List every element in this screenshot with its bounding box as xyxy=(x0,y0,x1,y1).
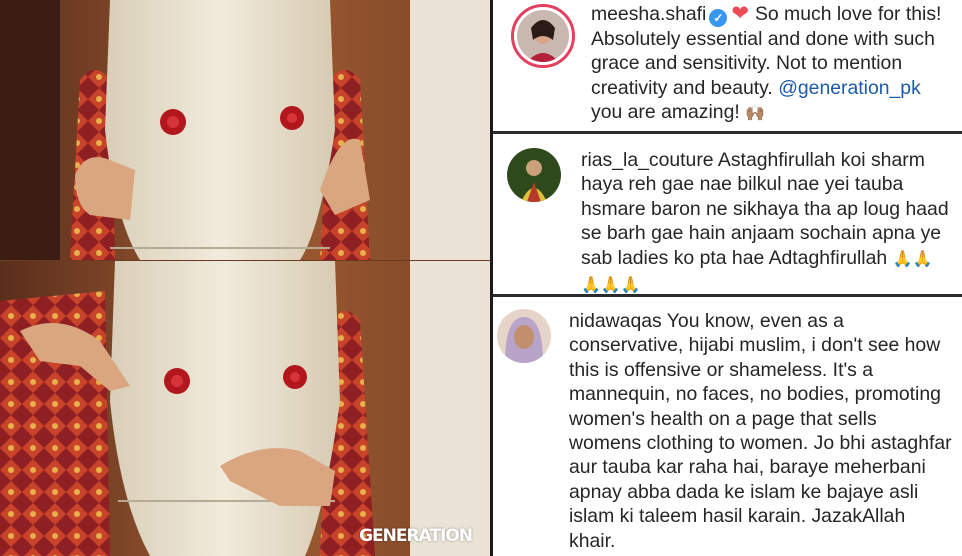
avatar-nidawaqas-image xyxy=(497,309,551,363)
generation-watermark: GENERATION xyxy=(359,526,473,546)
comment-meesha: meesha.shafi ✓ ❤ So much love for this! Abs… xyxy=(493,0,962,131)
comment-username[interactable]: nidawaqas xyxy=(569,310,662,332)
mention-link[interactable]: @generation_pk xyxy=(778,77,921,99)
mannequin-photo-top xyxy=(0,0,490,260)
avatar[interactable] xyxy=(497,309,551,363)
avatar-rias-image xyxy=(507,148,561,202)
comment-body-end: you are amazing! xyxy=(591,101,740,124)
heart-icon: ❤ xyxy=(731,2,749,25)
video-frames-panel: GENERATION xyxy=(0,0,490,556)
mannequin-photo-bottom xyxy=(0,261,490,556)
avatar[interactable] xyxy=(517,10,569,62)
comment-text: nidawaqas You know, even as a conservati… xyxy=(569,309,953,553)
video-frame-bottom: GENERATION xyxy=(0,261,490,556)
verified-badge-icon: ✓ xyxy=(709,9,728,27)
comment-username[interactable]: rias_la_couture xyxy=(581,149,714,171)
comment-rias: rias_la_couture Astaghfirullah koi sharm… xyxy=(493,134,962,294)
comment-nidawaqas: nidawaqas You know, even as a conservati… xyxy=(493,297,962,556)
comment-username[interactable]: meesha.shafi xyxy=(591,3,706,25)
avatar[interactable] xyxy=(507,148,561,202)
comment-text: rias_la_couture Astaghfirullah koi sharm… xyxy=(581,148,951,298)
comment-text: meesha.shafi ✓ ❤ So much love for this! Abs… xyxy=(591,2,947,127)
raising-hands-emoji: 🙌🏽 xyxy=(745,105,766,123)
comment-body: You know, even as a conservative, hijabi… xyxy=(569,310,952,552)
avatar-meesha-image xyxy=(517,10,569,62)
video-frame-top xyxy=(0,0,490,260)
comments-panel: meesha.shafi ✓ ❤ So much love for this! Abs… xyxy=(493,0,962,556)
